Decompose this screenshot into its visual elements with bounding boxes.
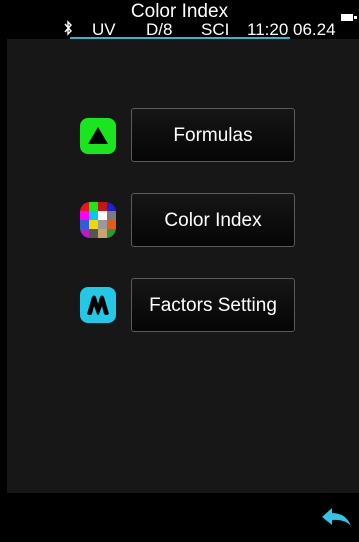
battery-icon: [341, 14, 357, 21]
triangle-up-icon[interactable]: [80, 118, 116, 154]
formulas-button[interactable]: Formulas: [131, 108, 295, 162]
header-bar: Color Index UV D/8 SCI 11:20 06.24: [0, 0, 359, 39]
factors-m-icon[interactable]: [80, 287, 116, 323]
factors-setting-button[interactable]: Factors Setting: [131, 278, 295, 332]
footer-bar: [0, 493, 359, 542]
back-arrow-icon[interactable]: [318, 505, 354, 529]
color-palette-grid-icon[interactable]: [80, 202, 116, 238]
bluetooth-icon: [64, 20, 72, 36]
color-index-button[interactable]: Color Index: [131, 193, 295, 247]
